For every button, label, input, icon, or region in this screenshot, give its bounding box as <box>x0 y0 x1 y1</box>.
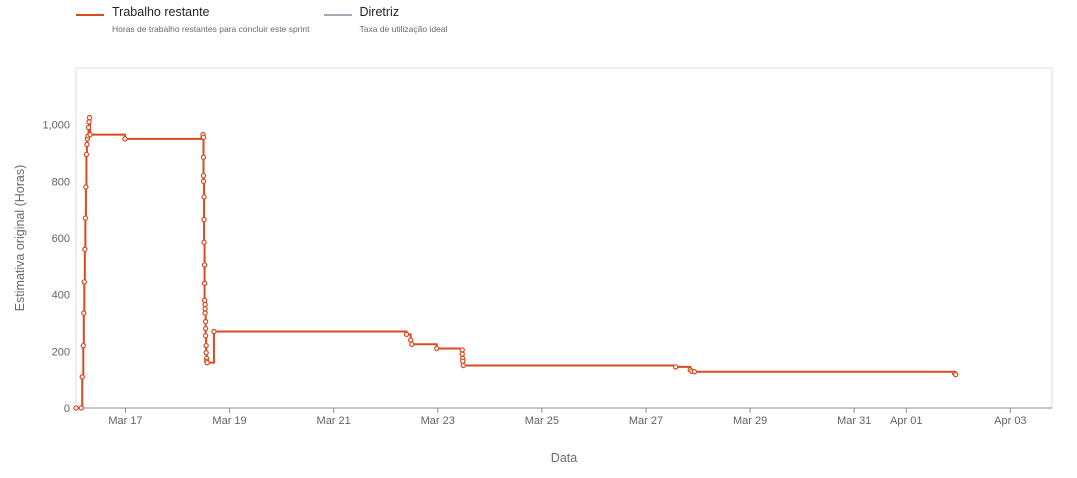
data-point[interactable] <box>83 151 90 158</box>
data-point[interactable] <box>81 310 87 316</box>
data-point[interactable] <box>403 331 410 338</box>
data-point[interactable] <box>459 347 465 353</box>
plot-area-border <box>75 67 1053 409</box>
data-point[interactable] <box>200 134 207 141</box>
data-point[interactable] <box>87 131 93 138</box>
data-point[interactable] <box>79 374 85 380</box>
data-point[interactable] <box>211 328 217 335</box>
data-point[interactable] <box>200 154 207 160</box>
data-point[interactable] <box>460 358 466 364</box>
data-point[interactable] <box>409 341 415 347</box>
x-tick-label: Mar 19 <box>212 415 246 427</box>
data-point[interactable] <box>202 306 208 312</box>
data-point[interactable] <box>202 301 208 308</box>
y-tick-label: 800 <box>52 176 70 188</box>
x-axis-title: Data <box>551 451 577 465</box>
data-point[interactable] <box>86 119 92 125</box>
data-point[interactable] <box>201 262 208 268</box>
data-point[interactable] <box>82 215 89 221</box>
y-tick-label: 1,000 <box>42 120 70 132</box>
data-point[interactable] <box>203 342 209 349</box>
data-point[interactable] <box>459 351 465 357</box>
data-point[interactable] <box>81 279 88 285</box>
y-tick-label: 200 <box>52 346 70 358</box>
data-point[interactable] <box>201 194 207 200</box>
data-point[interactable] <box>202 318 209 325</box>
data-point[interactable] <box>84 141 90 148</box>
data-point[interactable] <box>202 333 209 339</box>
x-tick-label: Mar 25 <box>525 415 559 427</box>
y-tick-label: 0 <box>64 403 70 415</box>
y-axis-title: Estimativa original (Horas) <box>13 165 27 312</box>
x-tick-label: Mar 29 <box>733 415 767 427</box>
data-point[interactable] <box>691 369 698 375</box>
y-tick-label: 600 <box>52 233 70 245</box>
data-point[interactable] <box>82 246 88 253</box>
data-point[interactable] <box>434 345 440 352</box>
data-point[interactable] <box>86 114 93 121</box>
x-tick-label: Mar 21 <box>317 415 351 427</box>
data-point[interactable] <box>201 297 208 304</box>
burndown-chart: 02004006008001,000 Mar 17 Mar 19 Mar 21 Mar… <box>13 67 1053 465</box>
data-point[interactable] <box>200 172 207 179</box>
x-tick-label: Mar 23 <box>421 415 455 427</box>
x-tick-label: Mar 31 <box>837 415 871 427</box>
data-point[interactable] <box>78 405 84 411</box>
data-point[interactable] <box>73 405 79 411</box>
data-point[interactable] <box>953 371 959 378</box>
data-point[interactable] <box>201 216 207 223</box>
data-point[interactable] <box>203 350 209 356</box>
data-point[interactable] <box>460 362 466 369</box>
data-point[interactable] <box>204 359 210 366</box>
data-point[interactable] <box>201 280 208 287</box>
data-point[interactable] <box>202 325 209 332</box>
x-tick-label: Mar 27 <box>629 415 663 427</box>
x-tick-label: Mar 17 <box>108 415 142 427</box>
data-point[interactable] <box>85 124 92 131</box>
y-axis-ticks: 0 200 400 600 800 1,000 <box>42 120 70 415</box>
x-tick-label: Apr 03 <box>994 415 1026 427</box>
data-point[interactable] <box>200 178 207 185</box>
x-axis-ticks: Mar 17 Mar 19 Mar 21 Mar 23 Mar 25 Mar 27 Mar … <box>108 408 1027 427</box>
data-point[interactable] <box>80 342 86 349</box>
x-tick-label: Apr 01 <box>890 415 922 427</box>
data-point[interactable] <box>202 310 208 316</box>
y-tick-label: 400 <box>52 290 70 302</box>
data-point[interactable] <box>201 239 207 245</box>
data-point[interactable] <box>408 337 414 343</box>
data-point[interactable] <box>672 364 679 370</box>
series-layer <box>73 114 959 411</box>
data-point[interactable] <box>122 136 128 142</box>
data-point[interactable] <box>83 184 89 190</box>
